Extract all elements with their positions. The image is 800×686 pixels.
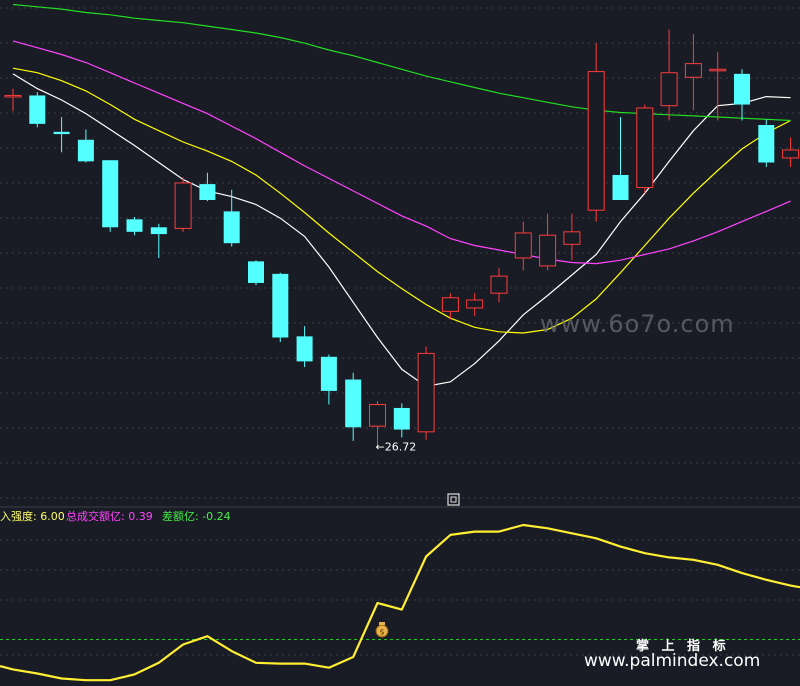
candle-body [782,149,800,159]
candle-body [102,160,119,228]
candle-body [490,275,508,294]
candle [248,260,264,286]
candle [29,92,46,128]
candle-body [369,404,386,427]
candle [272,272,289,343]
chart-background [0,0,800,686]
watermark-site-1: www.6o7o.com [540,310,735,338]
candle [758,119,775,168]
candle-body [660,72,678,107]
svg-text:$: $ [379,628,384,637]
candle-body [248,261,264,283]
candle-body [174,182,192,229]
low-price-label: ←26.72 [376,440,417,453]
candle [102,160,119,232]
stock-chart: www.6o7o.com ←26.72 入强度: 6.00 总成交额亿: 0.3… [0,0,800,686]
candle-body [272,273,289,338]
candle-body [539,234,557,267]
indicator-label-strength: 入强度: 6.00 [0,509,65,523]
candle-body [612,175,629,200]
candle-body [514,232,532,259]
candle-body [150,227,167,235]
candle-body [320,356,337,391]
candle-body [636,107,654,188]
candle [174,177,192,232]
candle-body [709,68,727,72]
indicator-labels: 入强度: 6.00 总成交额亿: 0.39 差额亿: -0.24 [0,509,231,523]
candle-body [4,94,22,98]
candle-body [587,71,605,211]
candle-body [734,73,750,105]
candle-body [417,352,435,433]
candle-body [345,379,362,428]
indicator-label-difference: 差额亿: -0.24 [162,509,231,523]
candle-body [77,139,94,162]
candle-body [563,231,581,245]
candle-body [29,95,46,124]
candle-body [393,407,410,430]
candle-body [296,336,313,362]
candle-body [758,125,775,163]
candle-body [53,131,70,135]
candle-body [223,211,240,244]
candle-body [126,219,143,232]
watermark-site-2: www.palmindex.com [584,651,760,671]
candle-body [199,184,216,200]
candle [636,104,654,194]
candle [417,346,435,440]
candle-body [441,297,459,312]
indicator-label-total-volume: 总成交额亿: 0.39 [66,509,153,523]
candle-body [466,299,484,309]
candle-body [684,63,702,78]
